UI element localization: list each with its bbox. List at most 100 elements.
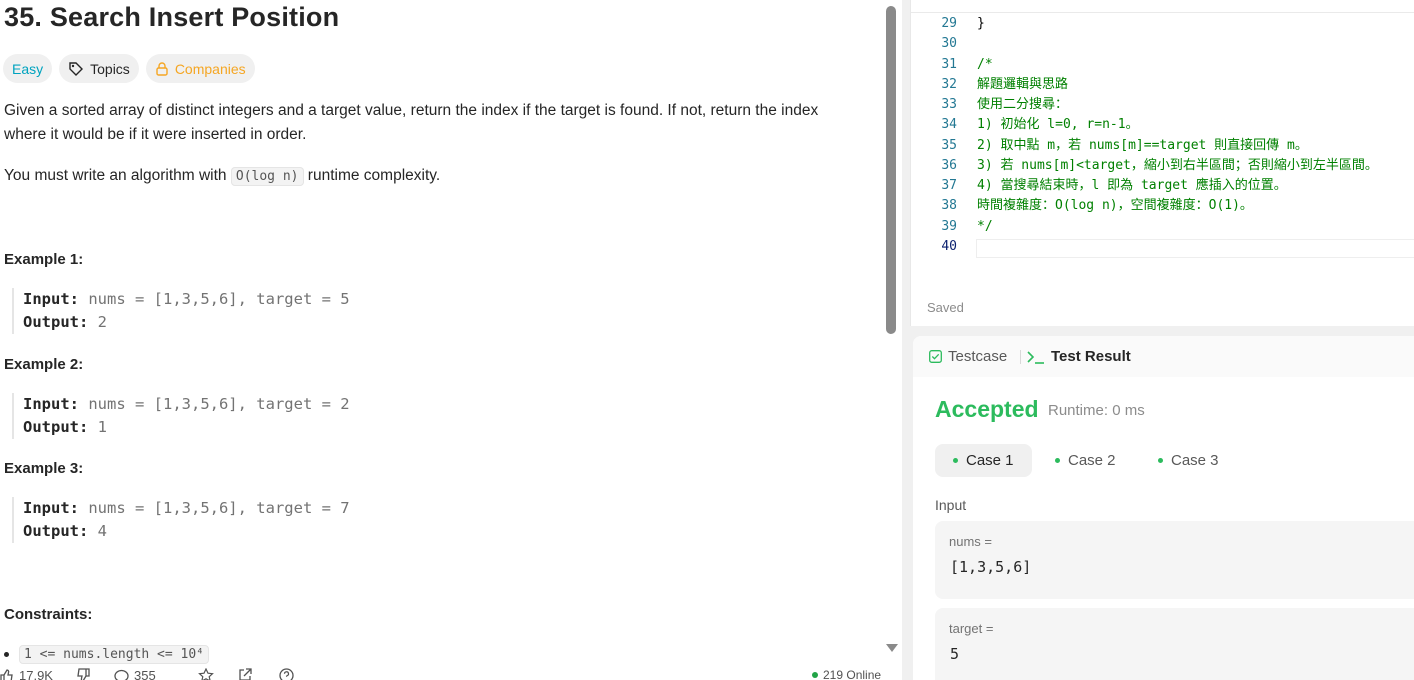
help-icon xyxy=(279,668,294,680)
constraint-item: 1 <= nums.length <= 10⁴ xyxy=(4,645,210,664)
example-input: nums = [1,3,5,6], target = 7 xyxy=(79,499,350,517)
line-number: 33 xyxy=(941,97,957,112)
code-line: 39 */ xyxy=(911,217,1414,237)
example-output: 4 xyxy=(88,522,107,540)
input-label: Input: xyxy=(23,499,79,517)
line-number: 35 xyxy=(941,138,957,153)
input-param-value: [1,3,5,6] xyxy=(950,558,1032,576)
case-tab-2[interactable]: Case 2 xyxy=(1037,444,1134,477)
online-count: 219 Online xyxy=(823,668,882,680)
share-icon xyxy=(239,668,252,680)
like-button[interactable]: 17.9K xyxy=(0,668,53,680)
code-line: 38 時間複雜度：O(log n)，空間複雜度：O(1)。 xyxy=(911,196,1414,216)
constraint-code: 1 <= nums.length <= 10⁴ xyxy=(19,645,210,664)
example-output: 2 xyxy=(88,313,107,331)
checkbox-icon xyxy=(929,350,942,363)
complexity-requirement: You must write an algorithm with O(log n… xyxy=(4,164,854,189)
description-scrollbar[interactable] xyxy=(884,4,898,654)
save-status: Saved xyxy=(927,300,964,315)
help-button[interactable] xyxy=(279,668,294,680)
pass-dot-icon xyxy=(953,458,958,463)
line-number: 37 xyxy=(941,178,957,193)
example-block: Input: nums = [1,3,5,6], target = 2 Outp… xyxy=(12,393,350,439)
leetcode-workspace: 35. Search Insert Position Easy Topics C… xyxy=(0,0,1414,680)
example-heading: Example 1: xyxy=(4,251,84,268)
input-value-box: nums = [1,3,5,6] xyxy=(935,521,1414,599)
output-label: Output: xyxy=(23,418,89,436)
case-tab-3[interactable]: Case 3 xyxy=(1140,444,1237,477)
line-number: 31 xyxy=(941,57,957,72)
line-text: */ xyxy=(977,219,993,234)
input-label: Input: xyxy=(23,290,79,308)
example-block: Input: nums = [1,3,5,6], target = 7 Outp… xyxy=(12,497,350,543)
problem-description: Given a sorted array of distinct integer… xyxy=(4,102,819,143)
panel-divider[interactable] xyxy=(902,0,910,680)
difficulty-badge[interactable]: Easy xyxy=(3,54,53,83)
pass-dot-icon xyxy=(1055,458,1060,463)
example-input: nums = [1,3,5,6], target = 2 xyxy=(79,395,350,413)
line-text: 2) 取中點 m，若 nums[m]==target 則直接回傳 m。 xyxy=(977,138,1308,153)
code-line: 35 2) 取中點 m，若 nums[m]==target 則直接回傳 m。 xyxy=(911,136,1414,156)
example-input: nums = [1,3,5,6], target = 5 xyxy=(79,290,350,308)
code-editor[interactable]: 29} 30 31 /* 32 解題邏輯與思路 33 使用二分搜尋： 34 1) 初始化… xyxy=(910,0,1414,326)
online-indicator: 219 Online xyxy=(812,668,881,680)
tag-row: Easy Topics Companies xyxy=(3,54,255,83)
pass-dot-icon xyxy=(1158,458,1163,463)
like-count: 17.9K xyxy=(19,668,53,680)
example-output: 1 xyxy=(88,418,107,436)
line-text: 3) 若 nums[m]<target，縮小到右半區間；否則縮小到左半區間。 xyxy=(977,158,1378,173)
line-number: 30 xyxy=(941,36,957,51)
comments-button[interactable]: 355 xyxy=(114,668,156,680)
online-dot-icon xyxy=(812,672,818,678)
line-text: 時間複雜度：O(log n)，空間複雜度：O(1)。 xyxy=(977,198,1253,213)
input-param-value: 5 xyxy=(950,645,960,663)
line-text: } xyxy=(977,16,985,31)
tab-test-result[interactable]: Test Result xyxy=(1027,348,1131,365)
complexity-code: O(log n) xyxy=(230,167,304,186)
topics-tag[interactable]: Topics xyxy=(59,54,139,83)
case-label: Case 1 xyxy=(966,452,1014,469)
requirement-text-before: You must write an algorithm with xyxy=(4,167,231,184)
tab-testcase[interactable]: Testcase xyxy=(929,348,1007,365)
description-panel: 35. Search Insert Position Easy Topics C… xyxy=(0,0,880,680)
share-button[interactable] xyxy=(238,668,252,680)
dislike-button[interactable] xyxy=(76,668,90,680)
comment-icon xyxy=(114,669,129,680)
companies-tag[interactable]: Companies xyxy=(145,54,255,83)
line-text: /* xyxy=(977,57,993,72)
thumbs-down-icon xyxy=(77,668,90,680)
input-label: Input: xyxy=(23,395,79,413)
tag-icon xyxy=(69,61,84,76)
line-number: 32 xyxy=(941,77,957,92)
line-text: 解題邏輯與思路 xyxy=(977,77,1069,92)
tab-separator xyxy=(1020,350,1021,364)
scroll-down-arrow-icon[interactable] xyxy=(886,644,898,652)
scrollbar-thumb[interactable] xyxy=(886,6,896,334)
code-line: 33 使用二分搜尋： xyxy=(911,95,1414,115)
output-label: Output: xyxy=(23,313,89,331)
runtime-text: Runtime: 0 ms xyxy=(1048,402,1145,419)
line-number: 29 xyxy=(941,16,957,31)
favorite-button[interactable] xyxy=(198,668,214,680)
input-param-name: nums = xyxy=(949,534,992,549)
input-section-label: Input xyxy=(935,497,967,513)
tab-test-result-label: Test Result xyxy=(1051,348,1131,365)
result-panel-container: Testcase Test Result Accepted Runtime: 0… xyxy=(910,326,1414,680)
star-icon xyxy=(198,668,214,680)
example-heading: Example 2: xyxy=(4,356,84,373)
code-line: 32 解題邏輯與思路 xyxy=(911,75,1414,95)
line-text: 使用二分搜尋： xyxy=(977,97,1069,112)
line-number: 40 xyxy=(941,239,957,254)
case-tab-1[interactable]: Case 1 xyxy=(935,444,1032,477)
verdict-status: Accepted xyxy=(935,396,1039,422)
case-label: Case 2 xyxy=(1068,452,1116,469)
output-label: Output: xyxy=(23,522,89,540)
code-line: 30 xyxy=(911,34,1414,54)
test-result-panel: Testcase Test Result Accepted Runtime: 0… xyxy=(913,336,1414,680)
line-text: 1) 初始化 l=0, r=n-1。 xyxy=(977,117,1139,132)
input-value-box: target = 5 xyxy=(935,608,1414,680)
example-heading: Example 3: xyxy=(4,460,84,477)
line-number: 38 xyxy=(941,198,957,213)
tab-testcase-label: Testcase xyxy=(948,348,1008,365)
code-line: 29} xyxy=(911,14,1414,34)
